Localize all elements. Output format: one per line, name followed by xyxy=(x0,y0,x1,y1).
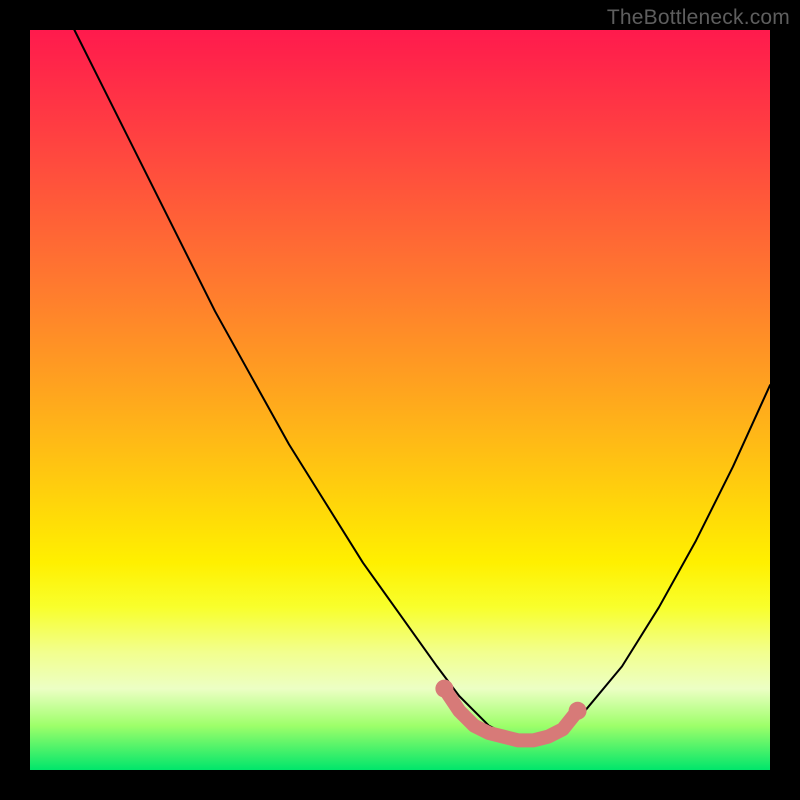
watermark-text: TheBottleneck.com xyxy=(607,6,790,30)
marker-band xyxy=(435,680,586,741)
bottleneck-curve xyxy=(74,30,770,740)
chart-frame: TheBottleneck.com xyxy=(0,0,800,800)
chart-svg xyxy=(30,30,770,770)
chart-plot-area xyxy=(30,30,770,770)
